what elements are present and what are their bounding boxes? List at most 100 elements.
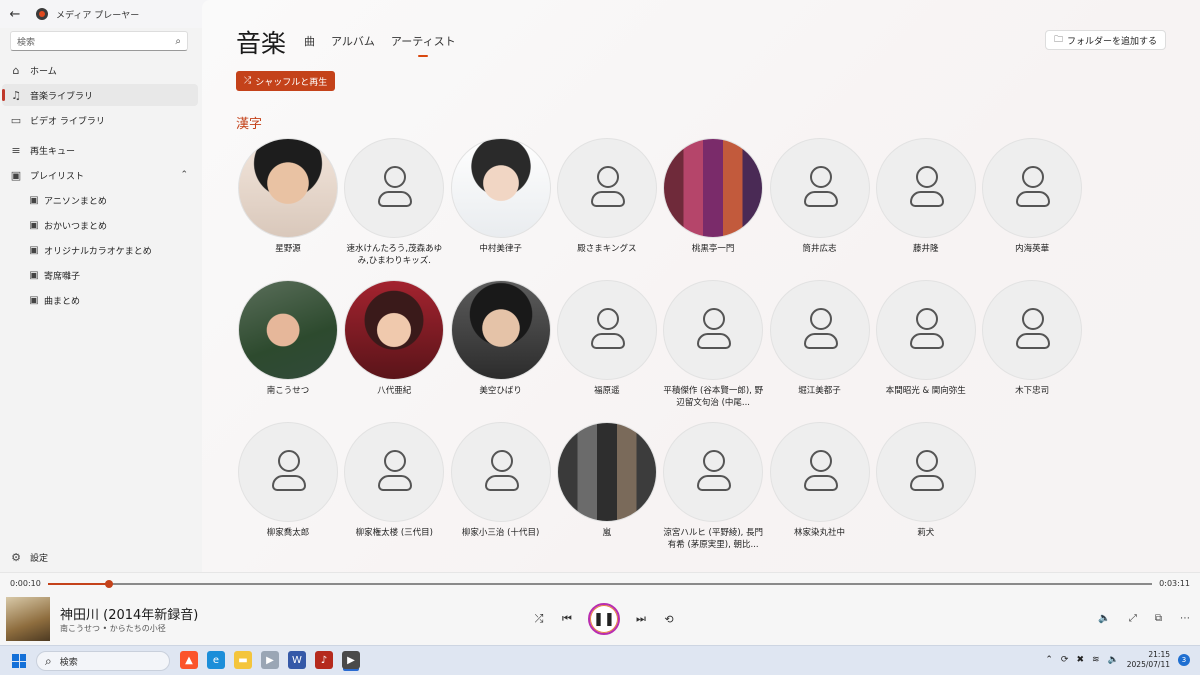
artist-name: 速水けんたろう,茂森あゆみ,ひまわりキッズ. — [346, 244, 443, 266]
chevron-up-icon[interactable]: ⌃ — [180, 170, 188, 180]
artist-card[interactable]: 内海英華 — [980, 138, 1084, 269]
sidebar-playlist-item[interactable]: ▣ オリジナルカラオケまとめ — [2, 239, 198, 261]
app-tray-icon[interactable]: ✖ — [1076, 655, 1084, 665]
taskbar-search-label: 検索 — [59, 657, 78, 668]
artist-name: 柳家小三治 (十代目) — [461, 528, 540, 538]
artist-card[interactable]: 南こうせつ — [236, 280, 340, 411]
volume-icon[interactable]: 🔈 — [1098, 613, 1110, 624]
search-icon[interactable]: ⌕ — [175, 36, 181, 47]
word-icon[interactable]: W — [288, 651, 306, 669]
tab-artists[interactable]: アーティスト — [391, 33, 456, 57]
shuffle-icon[interactable]: ⤮ — [532, 612, 546, 626]
sync-icon[interactable]: ⟳ — [1061, 655, 1069, 665]
file-explorer-icon[interactable]: ▬ — [234, 651, 252, 669]
artist-card[interactable]: 速水けんたろう,茂森あゆみ,ひまわりキッズ. — [342, 138, 446, 269]
next-track-icon[interactable]: ⏭ — [634, 612, 648, 626]
clock[interactable]: 21:15 2025/07/11 — [1127, 650, 1170, 670]
brave-browser-icon[interactable]: ▲ — [180, 651, 198, 669]
previous-track-icon[interactable]: ⏮ — [560, 612, 574, 626]
sidebar-playlist-item[interactable]: ▣ おかいつまとめ — [2, 214, 198, 236]
person-body-shape — [378, 475, 413, 491]
sidebar-item-video-library[interactable]: ▭ ビデオ ライブラリ — [2, 109, 198, 131]
artist-card[interactable]: 美空ひばり — [449, 280, 553, 411]
system-tray: ⌃ ⟳ ✖ ≋ 🔈 21:15 2025/07/11 3 — [1045, 650, 1190, 670]
artist-card[interactable]: 中村美律子 — [449, 138, 553, 269]
person-placeholder-icon — [875, 422, 976, 522]
person-placeholder-icon — [875, 280, 976, 380]
artist-name: 本間昭光 & 関向弥生 — [885, 386, 966, 396]
person-body-shape — [909, 475, 944, 491]
person-body-shape — [909, 333, 944, 349]
media-app-icon[interactable]: ▶ — [261, 651, 279, 669]
windows-start-icon[interactable] — [12, 654, 26, 668]
sidebar-playlist-item[interactable]: ▣ 寄席囃子 — [2, 264, 198, 286]
person-head-shape — [384, 166, 407, 188]
back-button[interactable]: ← — [0, 7, 30, 22]
tab-songs[interactable]: 曲 — [304, 33, 315, 49]
person-head-shape — [915, 166, 938, 188]
seek-bar-thumb[interactable] — [104, 580, 113, 588]
artist-card[interactable]: 嵐 — [555, 422, 659, 553]
person-placeholder-icon — [982, 280, 1083, 380]
artist-name: 内海英華 — [1015, 244, 1050, 254]
fullscreen-icon[interactable]: ⤢ — [1129, 613, 1137, 624]
artist-card[interactable]: 堀江美都子 — [768, 280, 872, 411]
artist-card[interactable]: 藤井隆 — [874, 138, 978, 269]
person-head-shape — [278, 450, 300, 472]
add-folder-button[interactable]: 🗀 フォルダーを追加する — [1044, 30, 1166, 50]
sidebar-item-play-queue[interactable]: ≡ 再生キュー — [2, 139, 198, 161]
sidebar-item-label: 設定 — [30, 553, 49, 564]
wifi-icon[interactable]: ≋ — [1092, 655, 1100, 665]
artist-card[interactable]: 涼宮ハルヒ (平野綾), 長門有希 (茅原実里), 朝比... — [661, 422, 765, 553]
tab-albums[interactable]: アルバム — [331, 33, 375, 49]
miniplayer-icon[interactable]: ⧉ — [1155, 613, 1162, 624]
artist-card[interactable]: 柳家権太楼 (三代目) — [342, 422, 446, 553]
artist-card[interactable]: 柳家喬太郎 — [236, 422, 340, 553]
speaker-icon[interactable]: 🔈 — [1108, 655, 1119, 665]
sidebar-item-settings[interactable]: ⚙ 設定 — [2, 546, 198, 568]
person-head-shape — [809, 308, 832, 330]
sidebar-playlist-item[interactable]: ▣ 曲まとめ — [2, 289, 198, 311]
album-art[interactable] — [6, 597, 50, 641]
artist-card[interactable]: 本間昭光 & 関向弥生 — [874, 280, 978, 411]
video-icon: ▭ — [10, 113, 22, 127]
edge-browser-icon[interactable]: e — [207, 651, 225, 669]
chevron-up-icon[interactable]: ⌃ — [1045, 655, 1053, 665]
artist-card[interactable]: 星野源 — [236, 138, 340, 269]
media-player-taskbar-icon[interactable]: ▶ — [342, 651, 360, 669]
artist-card[interactable]: 筒井広志 — [768, 138, 872, 269]
artist-card[interactable]: 林家染丸社中 — [768, 422, 872, 553]
seek-bar[interactable] — [48, 580, 1152, 588]
shuffle-and-play-button[interactable]: ⤮ シャッフルと再生 — [236, 71, 336, 91]
person-body-shape — [697, 333, 732, 349]
sidebar-item-playlists[interactable]: ▣ プレイリスト ⌃ — [2, 164, 198, 186]
pause-button[interactable]: ❚❚ — [588, 603, 620, 635]
person-head-shape — [915, 308, 938, 330]
playlist-icon: ▣ — [29, 194, 39, 206]
sidebar-playlist-item[interactable]: ▣ アニソンまとめ — [2, 189, 198, 211]
taskbar-search[interactable]: ⌕ 検索 — [36, 651, 170, 671]
artist-card[interactable]: 莉犬 — [874, 422, 978, 553]
artist-card[interactable]: 福原遥 — [555, 280, 659, 411]
person-body-shape — [803, 333, 838, 349]
repeat-icon[interactable]: ⟲ — [662, 613, 676, 626]
more-options-icon[interactable]: ⋯ — [1180, 613, 1190, 624]
artist-card[interactable]: 平積傑作 (谷本賢一郎), 野辺留文句治 (中尾... — [661, 280, 765, 411]
sidebar-item-home[interactable]: ⌂ ホーム — [2, 59, 198, 81]
artist-photo — [450, 280, 551, 380]
artist-card[interactable]: 八代亜紀 — [342, 280, 446, 411]
audio-app-icon[interactable]: ♪ — [315, 651, 333, 669]
sidebar-item-label: ビデオ ライブラリ — [30, 116, 105, 127]
person-body-shape — [803, 475, 838, 491]
notification-badge[interactable]: 3 — [1178, 654, 1190, 666]
artist-name: 八代亜紀 — [377, 386, 412, 396]
person-head-shape — [1022, 166, 1045, 188]
artist-name: 星野源 — [275, 244, 301, 254]
artist-card[interactable]: 柳家小三治 (十代目) — [449, 422, 553, 553]
artist-card[interactable]: 殿さまキングス — [555, 138, 659, 269]
artist-card[interactable]: 桃黒亭一門 — [661, 138, 765, 269]
search-input[interactable]: 検索 ⌕ — [10, 31, 188, 51]
sidebar-item-music-library[interactable]: ♫ 音楽ライブラリ — [2, 84, 198, 106]
artist-card[interactable]: 木下忠司 — [980, 280, 1084, 411]
artist-name: 嵐 — [602, 528, 612, 538]
